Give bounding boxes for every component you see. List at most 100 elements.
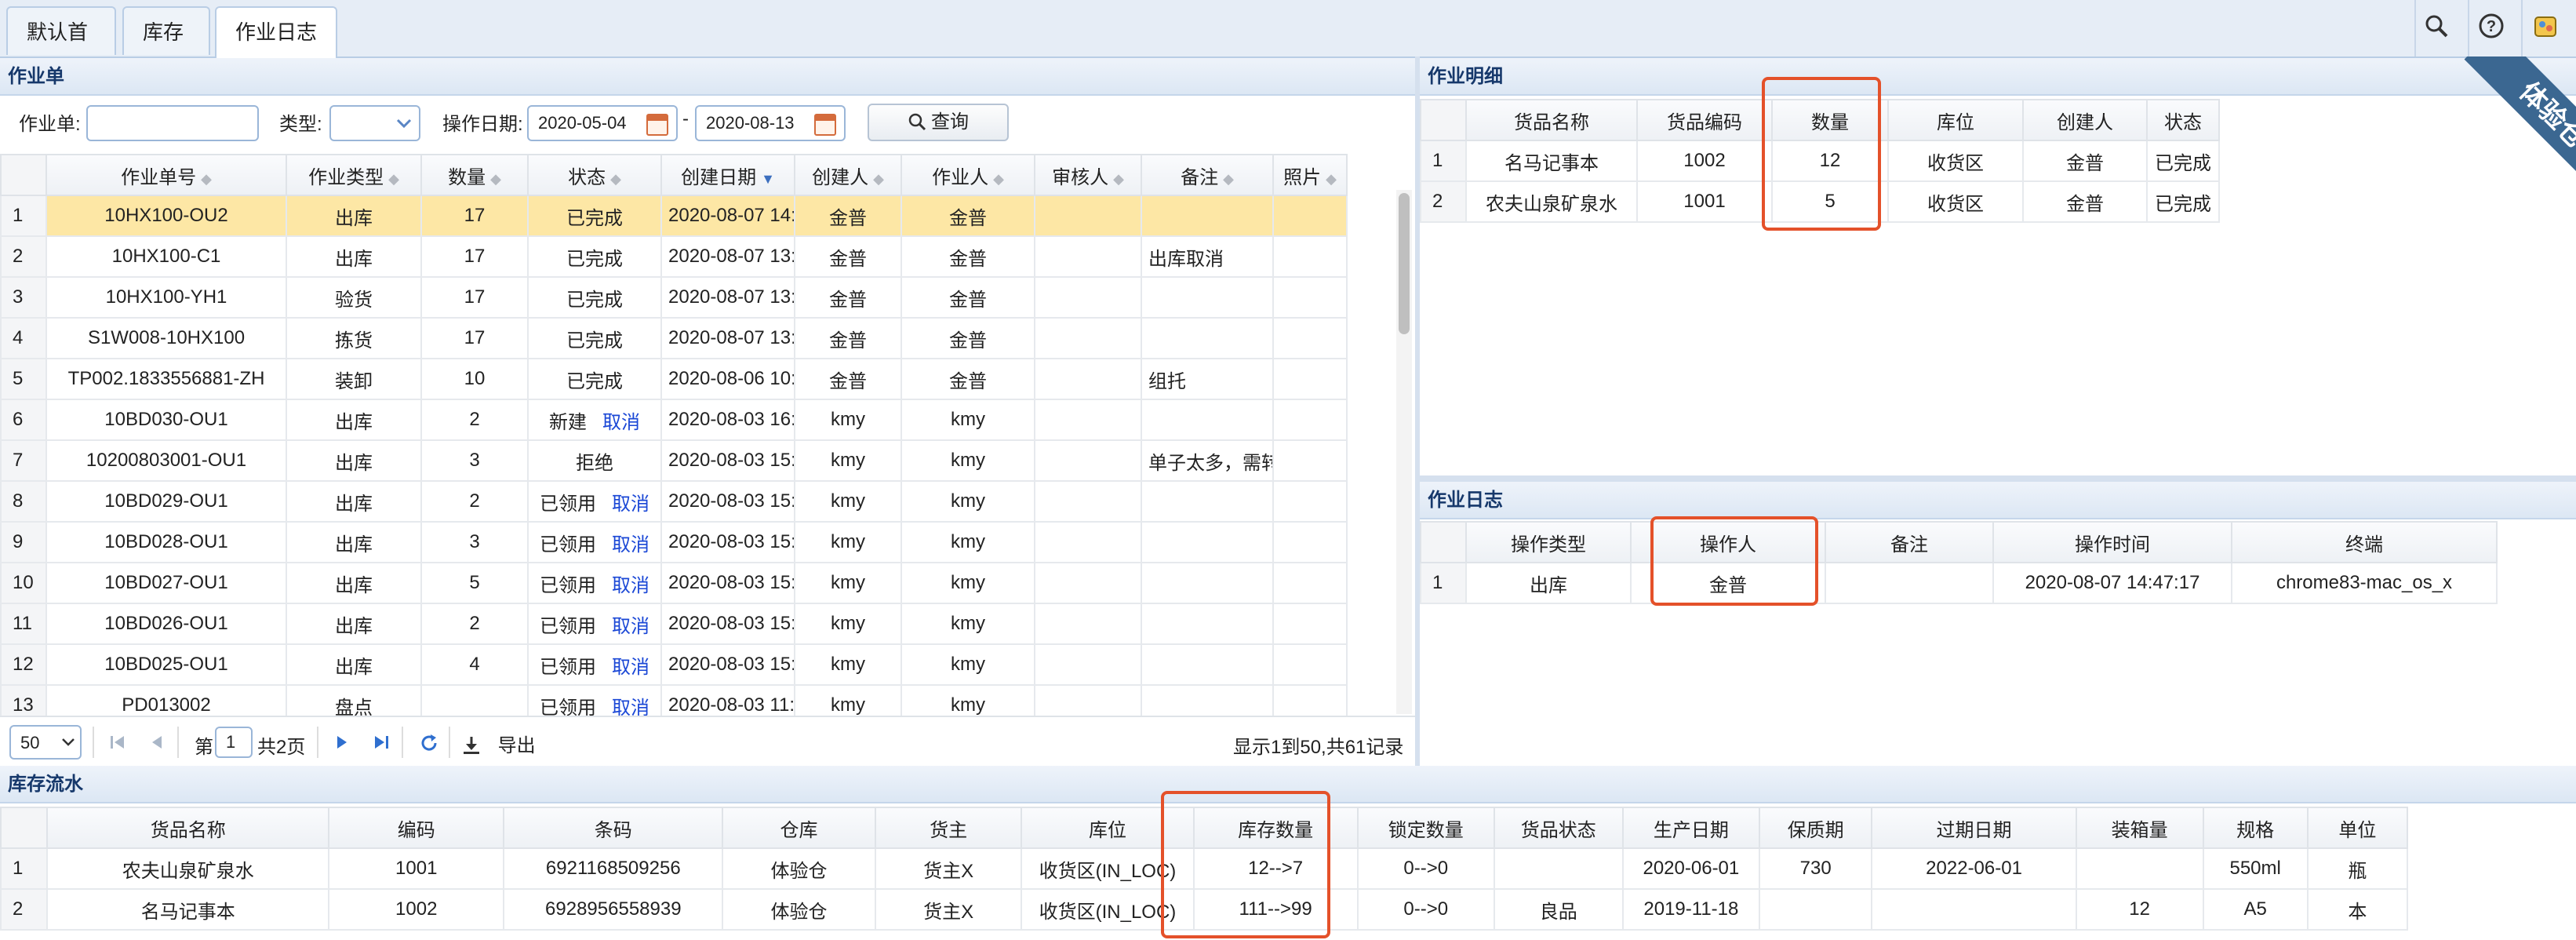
column-header[interactable]: 操作时间 [1992, 521, 2232, 563]
column-header[interactable]: 货品编码 [1636, 99, 1773, 141]
table-row[interactable]: 7 10200803001-OU1 出库 3 拒绝 2020-08-03 15: kmy km… [0, 439, 1348, 482]
table-row[interactable]: 2 10HX100-C1 出库 17 已完成 2020-08-07 13: 金普 金普 出库取消 [0, 235, 1348, 278]
tab-home[interactable]: 默认首页 [6, 6, 116, 93]
column-header[interactable]: 生产日期 [1621, 807, 1760, 849]
cell-text: 2 [469, 490, 480, 512]
table-cell: 出库 [286, 603, 422, 645]
tab-work-log[interactable]: 作业日志✕ [215, 6, 337, 92]
next-page-icon[interactable] [333, 733, 351, 752]
column-header[interactable]: 库位 [1021, 807, 1195, 849]
last-page-icon[interactable] [372, 733, 391, 752]
table-row[interactable]: 6 10BD030-OU1 出库 2 新建 取消 2020-08-03 16: kmy kmy [0, 399, 1348, 441]
column-header[interactable]: 保质期 [1758, 807, 1873, 849]
column-header[interactable]: 装箱量 [2075, 807, 2204, 849]
column-header[interactable]: 作业单号 ◆ [45, 154, 287, 196]
cancel-link[interactable]: 取消 [612, 494, 649, 515]
table-row[interactable]: 1 10HX100-OU2 出库 17 已完成 2020-08-07 14: 金普 金普 [0, 195, 1348, 237]
cell-text: 2020-08-03 16: [668, 409, 795, 430]
table-cell [1034, 358, 1142, 400]
cancel-link[interactable]: 取消 [612, 534, 649, 556]
scrollbar-thumb[interactable] [1399, 193, 1410, 334]
column-header[interactable]: 规格 [2202, 807, 2309, 849]
pager-divider [449, 727, 450, 758]
table-row[interactable]: 9 10BD028-OU1 出库 3 已领用 取消 2020-08-03 15: kmy kmy [0, 521, 1348, 563]
table-row[interactable]: 1 名马记事本 1002 12 收货区 金普 已完成 [1420, 140, 2220, 182]
cell-text: kmy [831, 490, 865, 512]
skin-icon[interactable] [2531, 13, 2562, 44]
cancel-link[interactable]: 取消 [602, 412, 640, 433]
column-header[interactable]: 操作人 [1630, 521, 1826, 563]
calendar-icon[interactable] [646, 114, 668, 136]
table-row[interactable]: 8 10BD029-OU1 出库 2 已领用 取消 2020-08-03 15: kmy kmy [0, 480, 1348, 523]
table-cell: 2019-11-18 [1621, 888, 1760, 931]
cancel-link[interactable]: 取消 [612, 616, 649, 637]
table-cell: 2020-08-07 14: [660, 195, 795, 237]
column-header[interactable]: 数量 ◆ [420, 154, 529, 196]
table-cell [1034, 480, 1142, 523]
table-row[interactable]: 1 出库 金普 2020-08-07 14:47:17 chrome83-mac_os_… [1420, 562, 2498, 604]
column-header[interactable]: 创建人 [2022, 99, 2148, 141]
table-row[interactable]: 5 TP002.1833556881-ZH 装卸 10 已完成 2020-08-06 10… [0, 358, 1348, 400]
date-from-input[interactable]: 2020-05-04 [527, 105, 678, 141]
first-page-icon[interactable] [108, 733, 127, 752]
table-cell [1493, 847, 1624, 890]
cancel-link[interactable]: 取消 [612, 575, 649, 596]
table-cell: 金普 [794, 276, 902, 319]
column-header[interactable]: 作业类型 ◆ [286, 154, 422, 196]
column-header[interactable]: 备注 [1825, 521, 1994, 563]
column-header[interactable]: 编码 [328, 807, 505, 849]
tab-inventory[interactable]: 库存✕ [122, 6, 210, 92]
table-cell: 已领用 取消 [527, 521, 662, 563]
table-row[interactable]: 11 10BD026-OU1 出库 2 已领用 取消 2020-08-03 15: kmy km… [0, 603, 1348, 645]
column-header[interactable]: 备注 ◆ [1141, 154, 1274, 196]
help-icon[interactable]: ? [2476, 13, 2507, 44]
column-header[interactable]: 条码 [503, 807, 724, 849]
query-button[interactable]: 查询 [868, 104, 1009, 141]
calendar-icon[interactable] [814, 114, 836, 136]
page-number-input[interactable]: 1 [215, 727, 253, 758]
page-size-select[interactable]: 50 [9, 725, 82, 760]
cell-text: 3 [469, 531, 480, 552]
prev-page-icon[interactable] [147, 733, 166, 752]
table-row[interactable]: 12 10BD025-OU1 出库 4 已领用 取消 2020-08-03 15: kmy km… [0, 643, 1348, 686]
date-to-input[interactable]: 2020-08-13 [695, 105, 846, 141]
table-scrollbar[interactable] [1396, 190, 1412, 714]
panel-splitter[interactable] [1420, 475, 2576, 482]
tab-work-log-label: 作业日志 [235, 20, 318, 44]
table-row[interactable]: 10 10BD027-OU1 出库 5 已领用 取消 2020-08-03 15: kmy km… [0, 562, 1348, 604]
column-header[interactable]: 库存数量 [1192, 807, 1359, 849]
table-row[interactable]: 2 农夫山泉矿泉水 1001 5 收货区 金普 已完成 [1420, 180, 2220, 223]
column-header[interactable]: 仓库 [722, 807, 876, 849]
cancel-link[interactable]: 取消 [612, 657, 649, 678]
order-input[interactable] [86, 105, 259, 141]
column-header[interactable]: 数量 [1771, 99, 1889, 141]
refresh-icon[interactable] [419, 733, 439, 753]
cell-text: 3 [13, 286, 24, 308]
column-header[interactable]: 货品状态 [1493, 807, 1624, 849]
column-header[interactable]: 作业人 ◆ [901, 154, 1035, 196]
column-header[interactable]: 单位 [2306, 807, 2409, 849]
column-header[interactable]: 锁定数量 [1356, 807, 1495, 849]
column-header[interactable]: 状态 [2146, 99, 2220, 141]
table-row[interactable]: 1 农夫山泉矿泉水 1001 6921168509256 体验仓 货主X 收货区(IN_LO… [0, 847, 2409, 890]
export-button[interactable]: 导出 [461, 730, 536, 757]
column-header[interactable]: 照片 ◆ [1272, 154, 1348, 196]
column-header[interactable]: 审核人 ◆ [1034, 154, 1142, 196]
column-header[interactable]: 创建日期 ▼ [660, 154, 795, 196]
column-header[interactable]: 过期日期 [1871, 807, 2077, 849]
search-icon[interactable] [2421, 13, 2452, 44]
column-header[interactable]: 状态 ◆ [527, 154, 662, 196]
table-row[interactable]: 3 10HX100-YH1 验货 17 已完成 2020-08-07 13: 金普 金普 [0, 276, 1348, 319]
column-header[interactable]: 货主 [874, 807, 1023, 849]
column-header[interactable]: 终端 [2231, 521, 2498, 563]
table-cell [1034, 276, 1142, 319]
column-header[interactable]: 货品名称 [1465, 99, 1638, 141]
type-select[interactable] [329, 105, 420, 141]
column-header[interactable]: 操作类型 [1465, 521, 1632, 563]
table-row[interactable]: 2 名马记事本 1002 6928956558939 体验仓 货主X 收货区(IN_LOC)… [0, 888, 2409, 931]
column-header[interactable]: 库位 [1887, 99, 2024, 141]
row-number: 2 [1420, 180, 1467, 223]
table-row[interactable]: 4 S1W008-10HX100 拣货 17 已完成 2020-08-07 13: 金普 金普 [0, 317, 1348, 359]
column-header[interactable]: 货品名称 [46, 807, 330, 849]
column-header[interactable]: 创建人 ◆ [794, 154, 902, 196]
